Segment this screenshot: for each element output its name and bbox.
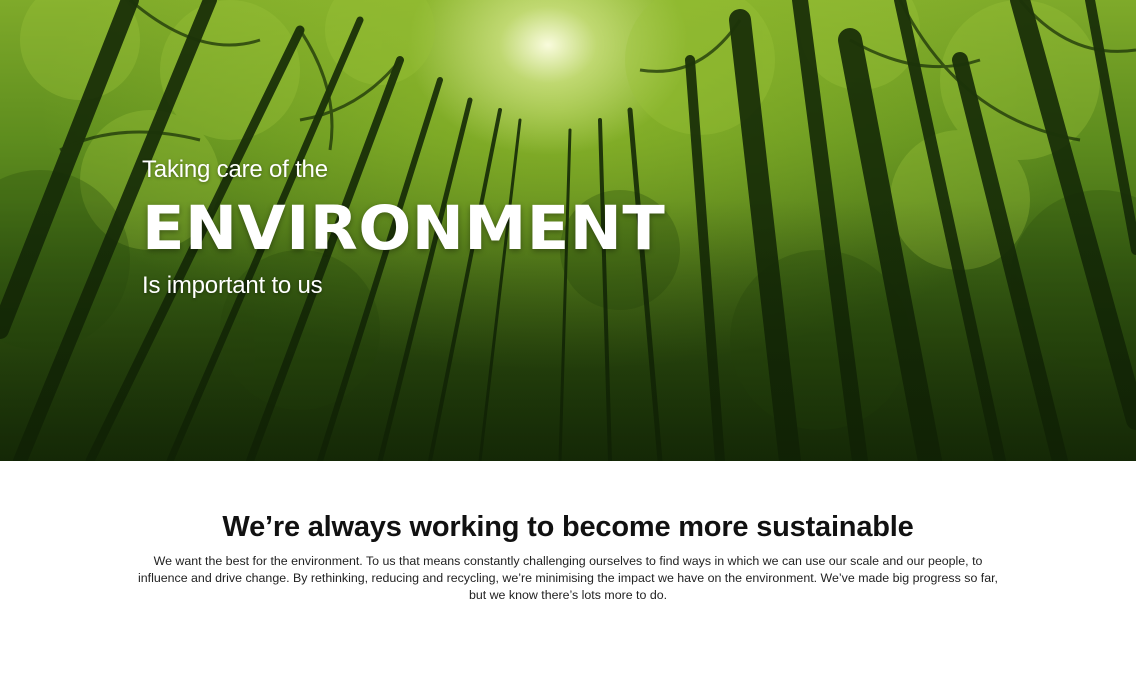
hero-subtitle-bottom: Is important to us — [142, 272, 323, 299]
hero-title: ENVIRONMENT — [142, 193, 666, 264]
hero-subtitle-top: Taking care of the — [142, 156, 328, 183]
hero-banner: Taking care of the ENVIRONMENT Is import… — [0, 0, 1136, 461]
hero-text-block: Taking care of the ENVIRONMENT Is import… — [142, 155, 665, 301]
section-heading: We’re always working to become more sust… — [222, 511, 914, 543]
section-body-text: We want the best for the environment. To… — [138, 554, 998, 602]
sustainability-section: We’re always working to become more sust… — [0, 461, 1136, 676]
